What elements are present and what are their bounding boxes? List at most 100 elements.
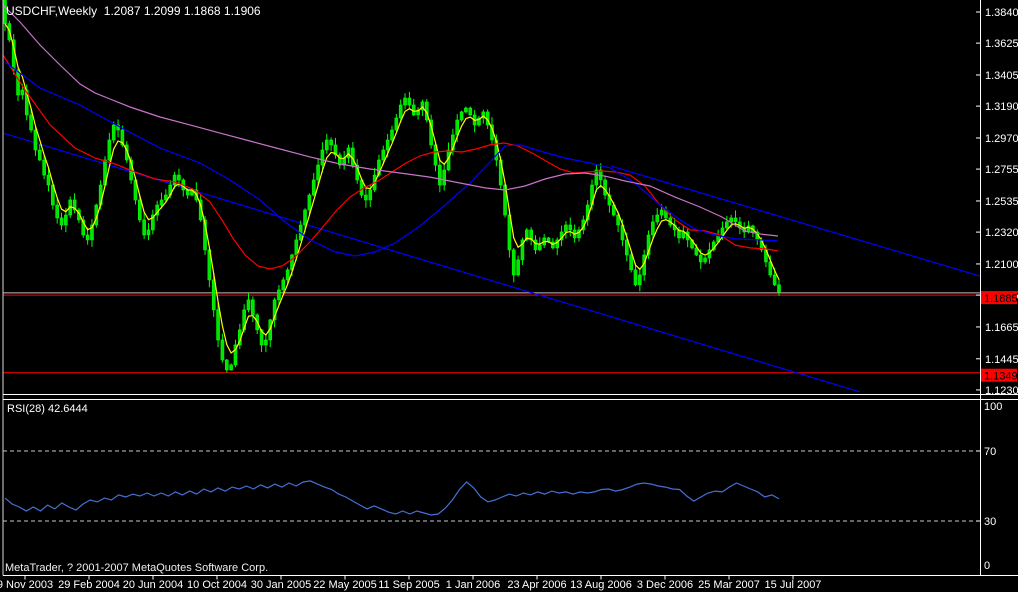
candle-body [317,165,320,180]
price-tick-label: 1.3190 [985,101,1018,113]
candle-body [404,98,407,105]
candle-body [30,115,33,130]
price-tick-label: 1.3405 [985,70,1018,82]
candle-body [60,218,63,225]
candle-body [630,255,633,270]
candle-body [369,190,372,200]
candle-body [173,175,176,185]
date-label: 9 Nov 2003 [0,579,53,591]
rsi-tick-label: 0 [984,560,990,572]
price-axis: 1.38401.36251.34051.31901.29701.27551.25… [976,7,1018,397]
date-label: 3 Dec 2006 [637,579,693,591]
price-tick-label: 1.2970 [985,133,1018,145]
candle-body [138,200,141,220]
candle-body [512,250,515,275]
candle-body [638,275,641,285]
date-label: 15 Jul 2007 [765,579,822,591]
price-tick-label: 1.1445 [985,354,1018,366]
candle-body [517,260,520,275]
candle-body [464,108,467,112]
candle-body [247,300,250,310]
descending-trendline-short[interactable] [611,166,983,277]
date-label: 1 Jan 2006 [446,579,500,591]
candle-body [460,112,463,120]
candle-body [569,225,572,230]
price-tick-label: 1.3625 [985,38,1018,50]
candle-body [160,200,163,205]
price-marker-label: 1.1885 [984,293,1018,305]
date-label: 23 Apr 2006 [507,579,566,591]
candle-body [56,205,59,218]
candle-body [408,98,411,105]
date-label: 13 Aug 2006 [570,579,632,591]
rsi-tick-label: 30 [984,516,996,528]
candle-body [21,90,24,95]
candles-layer [4,0,781,373]
price-marker-label: 1.1349 [984,371,1018,383]
candle-body [656,215,659,222]
candle-body [386,140,389,150]
ma-fast-yellow [5,24,779,353]
price-tick-label: 1.2320 [985,227,1018,239]
candle-body [112,125,115,140]
candle-body [395,118,398,130]
metatrader-chart-window: 1.38401.36251.34051.31901.29701.27551.25… [0,0,1018,592]
rsi-indicator-label: RSI(28) 42.6444 [7,403,88,415]
candle-body [186,190,189,195]
date-label: 22 May 2005 [313,579,377,591]
candle-body [64,215,67,225]
candle-body [286,270,289,280]
price-tick-label: 1.3840 [985,7,1018,19]
price-tick-label: 1.2100 [985,259,1018,271]
candle-body [347,148,350,158]
candle-body [438,165,441,185]
candle-body [212,280,215,310]
candle-body [534,240,537,250]
candle-body [230,365,233,370]
candle-body [725,222,728,228]
candle-body [325,140,328,150]
candle-body [225,360,228,370]
date-label: 30 Jan 2005 [251,579,312,591]
candle-body [595,170,598,185]
date-label: 20 Jun 2004 [123,579,184,591]
candle-body [277,290,280,300]
candle-body [86,235,89,240]
rsi-axis: 10070300 [976,401,1002,572]
candle-body [295,240,298,255]
ma-slow-blue [5,62,778,256]
main-pane [3,0,983,392]
candle-body [564,225,567,232]
candle-body [308,195,311,210]
candle-body [304,210,307,225]
candle-body [321,150,324,165]
candle-body [399,105,402,118]
candle-body [704,258,707,262]
time-axis: 9 Nov 200329 Feb 200420 Jun 200410 Oct 2… [0,576,821,592]
candle-body [43,160,46,175]
candle-body [734,218,737,222]
rsi-tick-label: 70 [984,446,996,458]
candle-body [364,195,367,200]
candle-body [443,170,446,185]
ma-mid-red [3,55,778,269]
candle-body [143,220,146,235]
candle-body [282,280,285,290]
price-tick-label: 1.2535 [985,196,1018,208]
date-label: 25 Mar 2007 [698,579,760,591]
ma-slowest-purple [3,5,778,236]
candle-body [147,230,150,235]
price-chart-canvas[interactable]: 1.38401.36251.34051.31901.29701.27551.25… [0,0,1018,592]
candle-body [382,150,385,160]
candle-body [177,175,180,180]
candle-body [538,245,541,250]
candle-body [217,310,220,340]
candle-body [251,300,254,315]
rsi-line [5,481,779,515]
candle-body [634,270,637,285]
candle-body [17,70,20,95]
chart-title: USDCHF,Weekly 1.2087 1.2099 1.1868 1.190… [6,4,261,18]
candle-body [660,210,663,215]
candle-body [699,255,702,262]
candle-body [312,180,315,195]
